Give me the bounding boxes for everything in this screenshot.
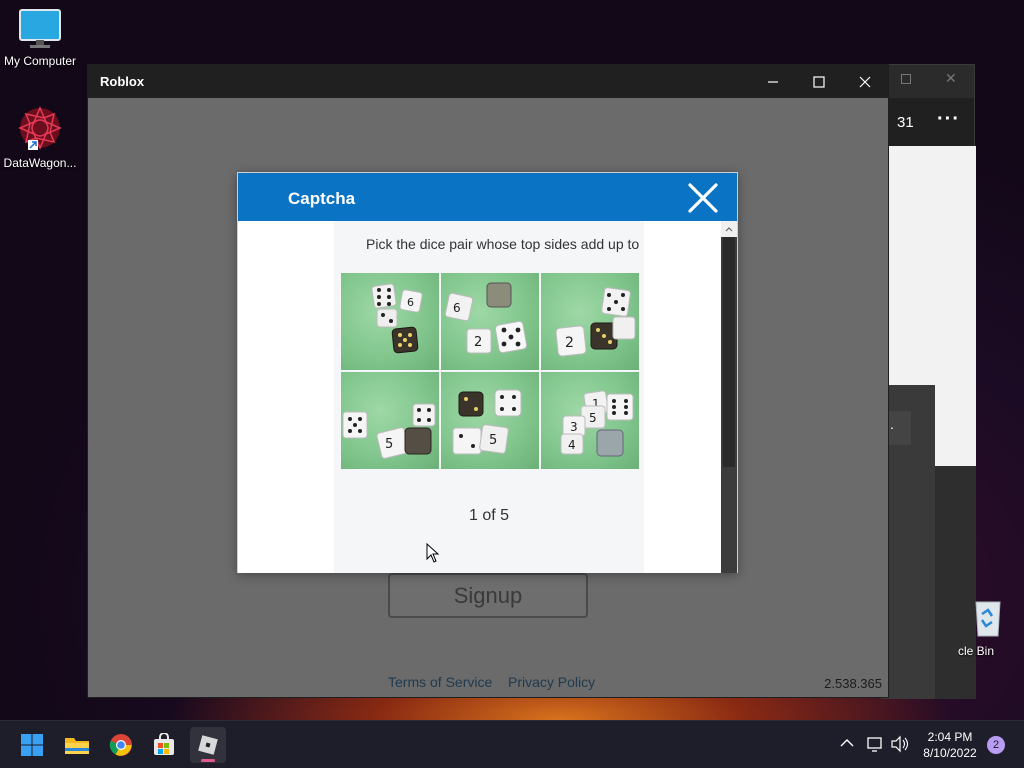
start-button[interactable]: [14, 727, 50, 763]
svg-text:6: 6: [407, 296, 414, 309]
roblox-icon: [198, 735, 218, 755]
close-icon: [688, 183, 718, 213]
dice-tile-4[interactable]: 5: [341, 372, 439, 469]
chrome-button[interactable]: [103, 727, 139, 763]
desktop-icon-label: cle Bin: [958, 644, 995, 658]
mouse-cursor-icon: [426, 543, 440, 563]
dice-image: 6 2: [444, 282, 528, 354]
scroll-up-button[interactable]: [721, 221, 737, 237]
background-window-sidepanel: [935, 466, 976, 699]
minimize-icon: [768, 80, 778, 83]
file-explorer-icon: [65, 738, 89, 754]
close-button[interactable]: [842, 65, 888, 98]
desktop-icon-label: My Computer: [3, 54, 77, 68]
version-label: 2.538.365: [824, 676, 882, 691]
maximize-icon: [813, 75, 825, 88]
dice-image: 5: [452, 389, 522, 455]
taskbar-clock[interactable]: 2:04 PM 8/10/2022: [912, 729, 988, 761]
counter-text: 31: [897, 114, 914, 131]
svg-text:3: 3: [570, 420, 578, 434]
background-window-toolbar: 31 ···: [881, 98, 974, 146]
desktop-icon-datawagon[interactable]: DataWagon...: [0, 104, 80, 170]
captcha-scrollbar[interactable]: [721, 221, 737, 573]
desktop-icon-my-computer[interactable]: My Computer: [0, 8, 80, 68]
recycle-bin-icon: [975, 601, 1001, 637]
store-button[interactable]: [146, 727, 182, 763]
svg-text:4: 4: [568, 438, 576, 452]
svg-text:5: 5: [589, 411, 597, 425]
taskbar: 2:04 PM 8/10/2022 2: [0, 720, 1024, 768]
desktop-icon-recycle-bin[interactable]: cle Bin: [958, 596, 1024, 658]
close-icon: [859, 76, 871, 87]
dice-image: 1 5 3 4: [560, 390, 634, 457]
terms-of-service-link[interactable]: Terms of Service: [388, 674, 492, 690]
dice-tile-5[interactable]: 5: [441, 372, 539, 469]
captcha-close-button[interactable]: [687, 182, 719, 214]
maximize-icon[interactable]: [901, 74, 911, 84]
captcha-progress: 1 of 5: [468, 507, 510, 524]
dice-tile-6[interactable]: 1 5 3 4: [541, 372, 639, 469]
window-title: Roblox: [100, 74, 145, 89]
background-window-panel: ··: [881, 385, 935, 699]
dice-image: 6: [371, 283, 423, 354]
dice-image: 2: [555, 287, 636, 357]
chevron-up-icon: [725, 227, 733, 232]
store-icon: [154, 733, 174, 755]
network-icon[interactable]: [866, 735, 884, 758]
monitor-icon: [19, 9, 61, 48]
notification-badge[interactable]: 2: [987, 736, 1005, 754]
start-icon: [21, 734, 43, 756]
svg-text:2: 2: [565, 335, 574, 351]
dice-tile-1[interactable]: 6: [341, 273, 439, 370]
datawagon-shortcut-icon: [18, 106, 62, 150]
minimize-button[interactable]: [750, 65, 796, 98]
svg-text:5: 5: [489, 433, 497, 448]
captcha-header: Captcha: [238, 173, 737, 221]
svg-text:6: 6: [453, 301, 461, 315]
dice-tile-2[interactable]: 6 2: [441, 273, 539, 370]
file-explorer-button[interactable]: [59, 727, 95, 763]
chrome-icon: [109, 734, 132, 756]
svg-text:5: 5: [385, 437, 393, 452]
svg-text:2: 2: [474, 335, 482, 350]
maximize-button[interactable]: [796, 65, 842, 98]
dice-tile-3[interactable]: 2: [541, 273, 639, 370]
volume-icon[interactable]: [890, 735, 910, 758]
dice-image: 5: [342, 403, 436, 459]
captcha-title: Captcha: [288, 189, 356, 208]
captcha-content: Pick the dice pair whose top sides add u…: [238, 221, 722, 573]
dice-image-grid: 6 6 2 2 5 5 1 5 3 4: [341, 273, 639, 469]
captcha-dialog: Captcha Pick the dice pair whose top sid…: [237, 172, 738, 573]
signup-button[interactable]: Signup: [388, 573, 588, 618]
more-menu-icon[interactable]: ···: [937, 108, 960, 131]
clock-time: 2:04 PM: [927, 730, 973, 744]
close-icon[interactable]: ✕: [945, 70, 957, 87]
roblox-titlebar[interactable]: Roblox: [88, 65, 888, 98]
captcha-instruction: Pick the dice pair whose top sides add u…: [366, 236, 640, 252]
background-window-titlebar: ✕: [881, 65, 974, 98]
roblox-taskbar-button[interactable]: [190, 727, 226, 763]
tray-overflow-chevron-icon[interactable]: [840, 735, 854, 753]
privacy-policy-link[interactable]: Privacy Policy: [508, 674, 595, 690]
desktop-icon-label: DataWagon...: [3, 156, 77, 170]
clock-date: 8/10/2022: [923, 746, 977, 760]
scrollbar-thumb[interactable]: [723, 237, 735, 467]
